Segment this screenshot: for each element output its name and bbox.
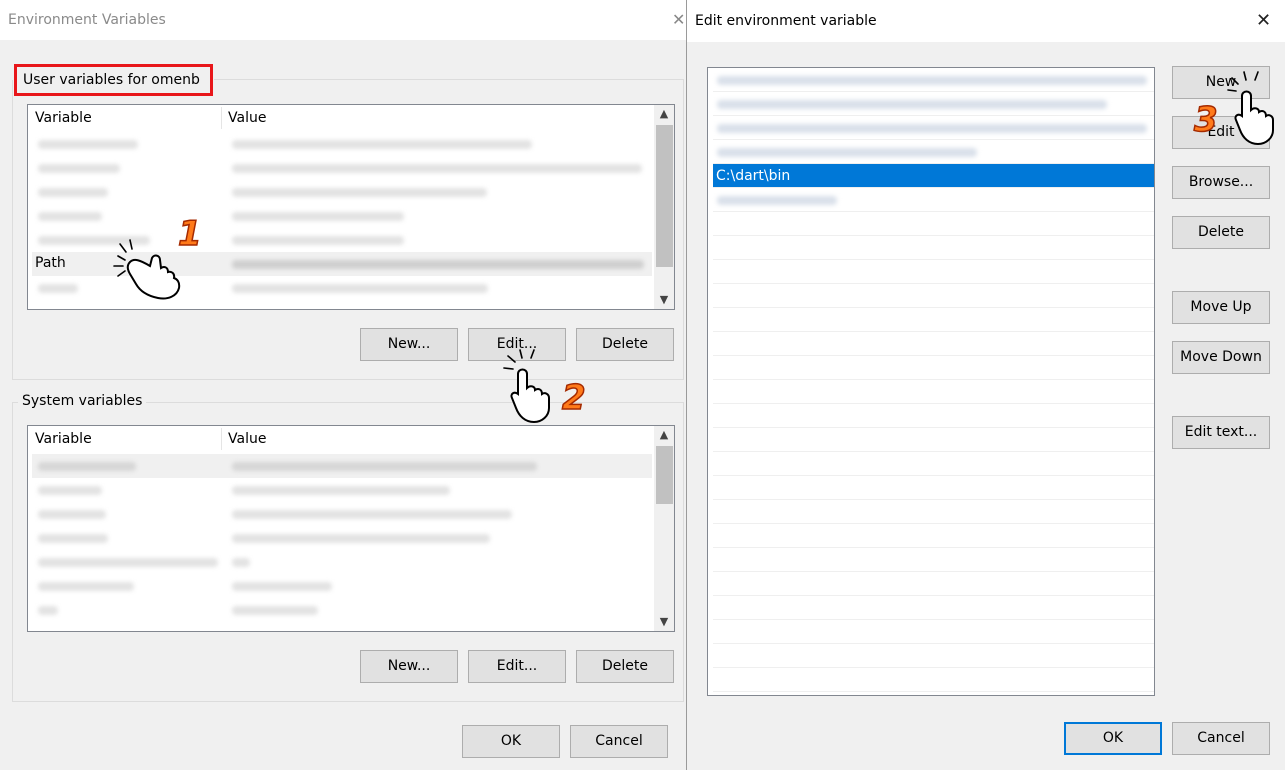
column-header-variable[interactable]: Variable bbox=[35, 110, 92, 126]
table-row[interactable] bbox=[32, 132, 652, 156]
list-item bbox=[713, 596, 1154, 620]
list-item bbox=[713, 332, 1154, 356]
table-row[interactable] bbox=[32, 454, 652, 478]
step-number-1: 1 bbox=[177, 213, 202, 255]
edit-dialog-title: Edit environment variable bbox=[695, 13, 877, 29]
table-row[interactable] bbox=[32, 502, 652, 526]
column-header-value[interactable]: Value bbox=[228, 431, 266, 447]
table-row[interactable] bbox=[32, 478, 652, 502]
user-list-header: Variable Value bbox=[28, 105, 654, 131]
list-item bbox=[713, 644, 1154, 668]
scrollbar-thumb[interactable] bbox=[656, 125, 673, 267]
user-list-scrollbar[interactable]: ▲ ▼ bbox=[654, 105, 674, 309]
list-item[interactable] bbox=[713, 188, 1154, 212]
column-header-variable[interactable]: Variable bbox=[35, 431, 92, 447]
close-icon[interactable]: ✕ bbox=[672, 10, 685, 29]
path-entries-list[interactable]: C:\dart\bin bbox=[707, 67, 1155, 696]
user-variables-label: User variables for omenb bbox=[23, 72, 200, 88]
column-header-value[interactable]: Value bbox=[228, 110, 266, 126]
env-dialog-titlebar: Environment Variables ✕ bbox=[0, 0, 686, 40]
path-delete-button[interactable]: Delete bbox=[1172, 216, 1270, 249]
system-variables-label: System variables bbox=[18, 393, 147, 409]
path-entry-text: C:\dart\bin bbox=[716, 168, 791, 184]
system-list-header: Variable Value bbox=[28, 426, 654, 452]
table-row[interactable] bbox=[32, 526, 652, 550]
path-browse-button[interactable]: Browse... bbox=[1172, 166, 1270, 199]
pointing-hand-icon bbox=[1227, 71, 1274, 146]
user-variables-label-highlight: User variables for omenb bbox=[14, 64, 213, 96]
list-item bbox=[713, 428, 1154, 452]
table-row[interactable] bbox=[32, 598, 652, 622]
list-item bbox=[713, 236, 1154, 260]
list-item bbox=[713, 380, 1154, 404]
edit-text-button[interactable]: Edit text... bbox=[1172, 416, 1270, 449]
list-item bbox=[713, 476, 1154, 500]
column-separator bbox=[221, 428, 222, 450]
system-variables-list[interactable]: Variable Value ▲ ▼ bbox=[27, 425, 675, 632]
list-item bbox=[713, 356, 1154, 380]
user-delete-button[interactable]: Delete bbox=[576, 328, 674, 361]
list-item bbox=[713, 452, 1154, 476]
list-item bbox=[713, 524, 1154, 548]
list-item[interactable] bbox=[713, 140, 1154, 164]
table-row[interactable] bbox=[32, 550, 652, 574]
scroll-up-arrow-icon[interactable]: ▲ bbox=[654, 426, 674, 444]
system-new-button[interactable]: New... bbox=[360, 650, 458, 683]
list-item bbox=[713, 284, 1154, 308]
env-ok-button[interactable]: OK bbox=[462, 725, 560, 758]
pointing-hand-icon bbox=[113, 239, 181, 300]
list-item bbox=[713, 572, 1154, 596]
list-item bbox=[713, 500, 1154, 524]
edit-cancel-button[interactable]: Cancel bbox=[1172, 722, 1270, 755]
table-row[interactable] bbox=[32, 156, 652, 180]
list-item[interactable] bbox=[713, 92, 1154, 116]
close-icon[interactable]: ✕ bbox=[1256, 10, 1271, 31]
list-item bbox=[713, 404, 1154, 428]
list-item bbox=[713, 308, 1154, 332]
step-number-3: 3 bbox=[1193, 99, 1218, 141]
column-separator bbox=[221, 107, 222, 129]
move-down-button[interactable]: Move Down bbox=[1172, 341, 1270, 374]
path-variable-name: Path bbox=[35, 255, 66, 271]
edit-dialog-titlebar: Edit environment variable ✕ bbox=[687, 0, 1285, 42]
pointing-hand-icon bbox=[503, 349, 550, 424]
table-row[interactable] bbox=[32, 574, 652, 598]
system-delete-button[interactable]: Delete bbox=[576, 650, 674, 683]
system-list-scrollbar[interactable]: ▲ ▼ bbox=[654, 426, 674, 631]
list-item bbox=[713, 260, 1154, 284]
scrollbar-thumb[interactable] bbox=[656, 446, 673, 504]
scroll-down-arrow-icon[interactable]: ▼ bbox=[654, 613, 674, 631]
user-new-button[interactable]: New... bbox=[360, 328, 458, 361]
edit-ok-button[interactable]: OK bbox=[1064, 722, 1162, 755]
env-dialog-title: Environment Variables bbox=[8, 12, 166, 28]
list-item bbox=[713, 212, 1154, 236]
table-row[interactable] bbox=[32, 204, 652, 228]
system-edit-button[interactable]: Edit... bbox=[468, 650, 566, 683]
list-item bbox=[713, 668, 1154, 692]
table-row[interactable] bbox=[32, 180, 652, 204]
scroll-down-arrow-icon[interactable]: ▼ bbox=[654, 291, 674, 309]
scroll-up-arrow-icon[interactable]: ▲ bbox=[654, 105, 674, 123]
list-item[interactable] bbox=[713, 68, 1154, 92]
list-item-selected[interactable]: C:\dart\bin bbox=[713, 164, 1154, 188]
list-item bbox=[713, 548, 1154, 572]
list-item bbox=[713, 620, 1154, 644]
env-cancel-button[interactable]: Cancel bbox=[570, 725, 668, 758]
step-number-2: 2 bbox=[561, 377, 586, 419]
list-item[interactable] bbox=[713, 116, 1154, 140]
move-up-button[interactable]: Move Up bbox=[1172, 291, 1270, 324]
